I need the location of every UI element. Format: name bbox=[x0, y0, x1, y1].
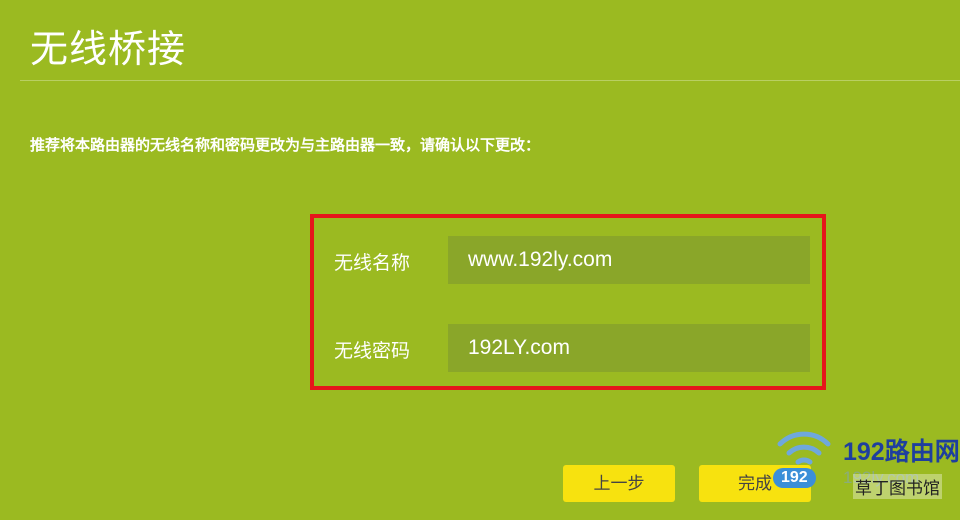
ssid-input[interactable] bbox=[448, 236, 810, 284]
watermark-site-label: 草丁图书馆 bbox=[853, 474, 942, 499]
highlight-box: 无线名称 无线密码 bbox=[310, 214, 826, 390]
page-title: 无线桥接 bbox=[30, 27, 187, 71]
password-label: 无线密码 bbox=[334, 340, 411, 362]
watermark-number-badge: 192 bbox=[773, 468, 816, 488]
watermark: 192路由网 192ly.com 192 草丁图书馆 bbox=[768, 418, 960, 520]
bridge-notice: 推荐将本路由器的无线名称和密码更改为与主路由器一致，请确认以下更改： bbox=[30, 136, 541, 154]
title-divider bbox=[20, 80, 960, 81]
watermark-brand: 192路由网 bbox=[843, 438, 960, 466]
prev-step-button[interactable]: 上一步 bbox=[563, 465, 675, 502]
password-input[interactable] bbox=[448, 324, 810, 372]
ssid-label: 无线名称 bbox=[334, 252, 411, 274]
